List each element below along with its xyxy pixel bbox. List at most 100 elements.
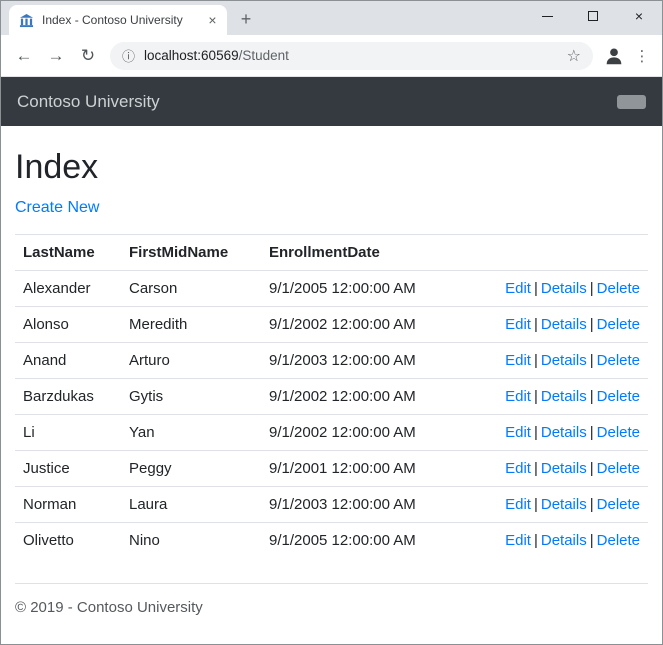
edit-link[interactable]: Edit — [505, 352, 531, 369]
delete-link[interactable]: Delete — [597, 460, 640, 477]
separator: | — [534, 280, 538, 297]
window-maximize-button[interactable] — [570, 1, 616, 31]
cell-firstmidname: Arturo — [121, 343, 261, 379]
table-row: Barzdukas Gytis 9/1/2002 12:00:00 AM Edi… — [15, 379, 648, 415]
browser-tab[interactable]: Index - Contoso University × — [9, 5, 227, 35]
cell-firstmidname: Meredith — [121, 307, 261, 343]
edit-link[interactable]: Edit — [505, 388, 531, 405]
page-viewport: Contoso University Index Create New Last… — [1, 77, 662, 644]
cell-firstmidname: Carson — [121, 271, 261, 307]
separator: | — [590, 424, 594, 441]
delete-link[interactable]: Delete — [597, 388, 640, 405]
delete-link[interactable]: Delete — [597, 496, 640, 513]
create-new-link[interactable]: Create New — [15, 199, 99, 216]
separator: | — [534, 460, 538, 477]
details-link[interactable]: Details — [541, 424, 587, 441]
table-row: Justice Peggy 9/1/2001 12:00:00 AM Edit|… — [15, 451, 648, 487]
edit-link[interactable]: Edit — [505, 316, 531, 333]
window-controls: × — [524, 1, 662, 31]
browser-menu-icon[interactable]: ⋮ — [630, 42, 654, 70]
tab-close-icon[interactable]: × — [204, 12, 221, 29]
bookmark-star-icon[interactable]: ☆ — [567, 46, 581, 66]
browser-toolbar: ← → ↻ ⓘ localhost:60569/Student ☆ ⋮ — [1, 35, 662, 77]
cell-firstmidname: Peggy — [121, 451, 261, 487]
details-link[interactable]: Details — [541, 280, 587, 297]
separator: | — [590, 316, 594, 333]
browser-window: Index - Contoso University × + × ← → ↻ ⓘ… — [0, 0, 663, 645]
table-row: Norman Laura 9/1/2003 12:00:00 AM Edit|D… — [15, 487, 648, 523]
cell-enrollmentdate: 9/1/2005 12:00:00 AM — [261, 271, 453, 307]
details-link[interactable]: Details — [541, 496, 587, 513]
edit-link[interactable]: Edit — [505, 424, 531, 441]
edit-link[interactable]: Edit — [505, 280, 531, 297]
delete-link[interactable]: Delete — [597, 316, 640, 333]
site-navbar: Contoso University — [1, 77, 662, 126]
navbar-brand-link[interactable]: Contoso University — [17, 92, 160, 112]
table-header-row: LastName FirstMidName EnrollmentDate — [15, 235, 648, 271]
tab-favicon-icon — [19, 13, 34, 28]
url-text: localhost:60569/Student — [144, 48, 289, 63]
cell-enrollmentdate: 9/1/2002 12:00:00 AM — [261, 307, 453, 343]
table-row: Anand Arturo 9/1/2003 12:00:00 AM Edit|D… — [15, 343, 648, 379]
edit-link[interactable]: Edit — [505, 496, 531, 513]
header-firstmidname: FirstMidName — [121, 235, 261, 271]
header-actions — [453, 235, 648, 271]
new-tab-button[interactable]: + — [233, 6, 259, 32]
tab-title: Index - Contoso University — [42, 13, 196, 27]
reload-icon[interactable]: ↻ — [73, 41, 103, 71]
details-link[interactable]: Details — [541, 460, 587, 477]
details-link[interactable]: Details — [541, 532, 587, 549]
window-close-button[interactable]: × — [616, 1, 662, 31]
details-link[interactable]: Details — [541, 388, 587, 405]
cell-lastname: Li — [15, 415, 121, 451]
cell-lastname: Alonso — [15, 307, 121, 343]
separator: | — [590, 496, 594, 513]
window-minimize-button[interactable] — [524, 1, 570, 31]
cell-enrollmentdate: 9/1/2002 12:00:00 AM — [261, 379, 453, 415]
separator: | — [590, 388, 594, 405]
cell-enrollmentdate: 9/1/2003 12:00:00 AM — [261, 487, 453, 523]
students-table: LastName FirstMidName EnrollmentDate Ale… — [15, 234, 648, 558]
back-icon[interactable]: ← — [9, 41, 39, 71]
url-path: /Student — [239, 48, 289, 63]
separator: | — [534, 352, 538, 369]
edit-link[interactable]: Edit — [505, 532, 531, 549]
delete-link[interactable]: Delete — [597, 352, 640, 369]
delete-link[interactable]: Delete — [597, 424, 640, 441]
cell-enrollmentdate: 9/1/2005 12:00:00 AM — [261, 523, 453, 559]
page-title: Index — [15, 148, 648, 187]
cell-enrollmentdate: 9/1/2002 12:00:00 AM — [261, 415, 453, 451]
cell-lastname: Alexander — [15, 271, 121, 307]
separator: | — [590, 352, 594, 369]
delete-link[interactable]: Delete — [597, 532, 640, 549]
cell-lastname: Norman — [15, 487, 121, 523]
delete-link[interactable]: Delete — [597, 280, 640, 297]
cell-firstmidname: Yan — [121, 415, 261, 451]
separator: | — [590, 532, 594, 549]
table-row: Alexander Carson 9/1/2005 12:00:00 AM Ed… — [15, 271, 648, 307]
page-footer: © 2019 - Contoso University — [15, 583, 648, 644]
cell-firstmidname: Gytis — [121, 379, 261, 415]
separator: | — [590, 280, 594, 297]
edit-link[interactable]: Edit — [505, 460, 531, 477]
url-host: localhost:60569 — [144, 48, 239, 63]
separator: | — [534, 424, 538, 441]
table-row: Li Yan 9/1/2002 12:00:00 AM Edit|Details… — [15, 415, 648, 451]
cell-lastname: Justice — [15, 451, 121, 487]
address-bar[interactable]: ⓘ localhost:60569/Student ☆ — [110, 42, 593, 70]
cell-lastname: Olivetto — [15, 523, 121, 559]
page-info-icon[interactable]: ⓘ — [122, 46, 135, 65]
forward-icon[interactable]: → — [41, 41, 71, 71]
separator: | — [534, 496, 538, 513]
profile-avatar-icon[interactable] — [600, 42, 628, 70]
navbar-toggler-button[interactable] — [617, 95, 646, 109]
table-row: Olivetto Nino 9/1/2005 12:00:00 AM Edit|… — [15, 523, 648, 559]
cell-lastname: Barzdukas — [15, 379, 121, 415]
separator: | — [590, 460, 594, 477]
separator: | — [534, 316, 538, 333]
details-link[interactable]: Details — [541, 316, 587, 333]
separator: | — [534, 388, 538, 405]
details-link[interactable]: Details — [541, 352, 587, 369]
separator: | — [534, 532, 538, 549]
cell-enrollmentdate: 9/1/2001 12:00:00 AM — [261, 451, 453, 487]
